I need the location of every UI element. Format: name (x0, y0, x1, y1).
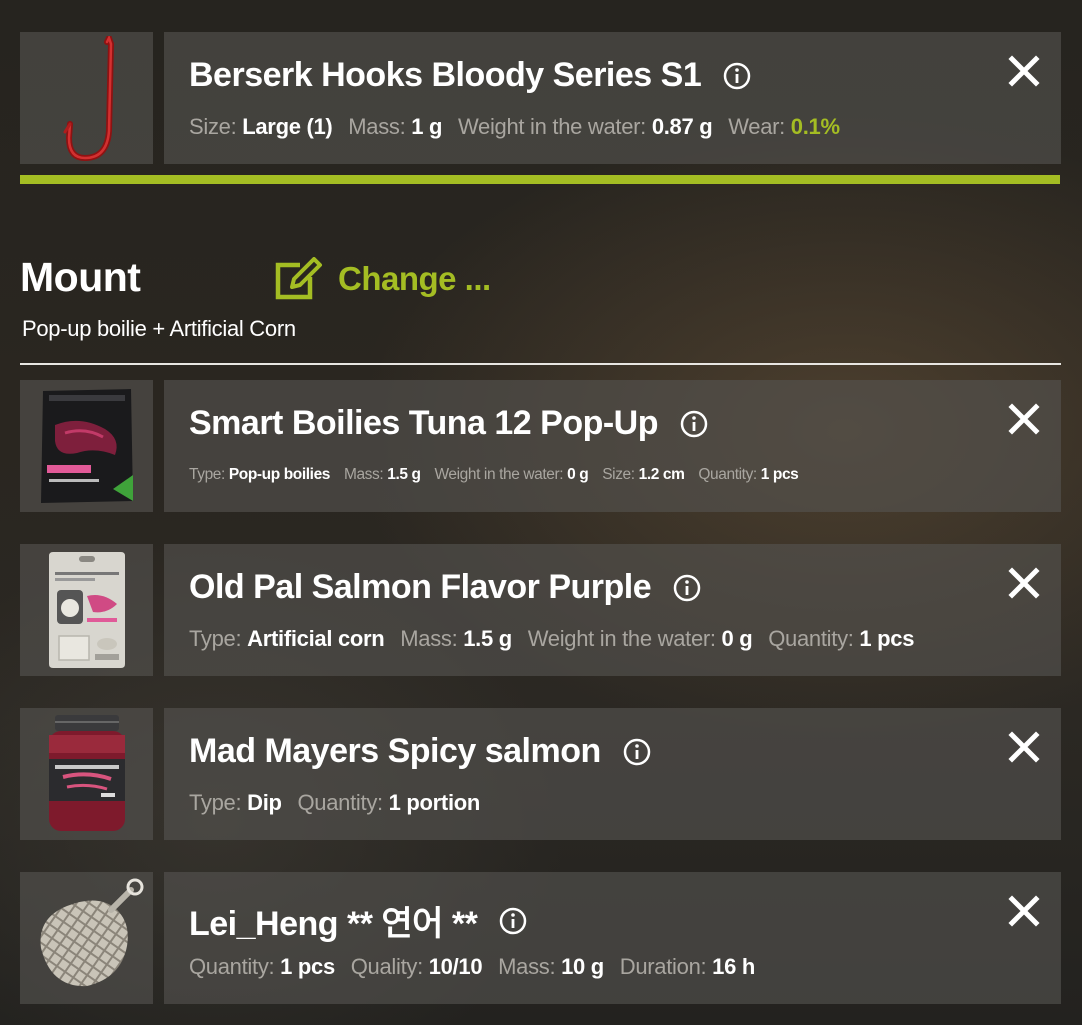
bait-title: Smart Boilies Tuna 12 Pop-Up (189, 404, 659, 442)
prop-label: Size: (602, 466, 635, 483)
item-properties: Type: Dip Quantity: 1 portion (189, 790, 490, 816)
bait-item: Smart Boilies Tuna 12 Pop-Up Type: Pop-u… (20, 380, 1061, 512)
prop-value: 1 portion (388, 790, 481, 815)
prop-value: 0 g (567, 466, 589, 483)
mount-title: Mount (20, 254, 141, 300)
prop-label: Quantity: (698, 466, 757, 483)
prop-value: Dip (247, 790, 282, 815)
section-divider (20, 363, 1061, 365)
info-icon[interactable] (499, 907, 527, 935)
prop-label: Mass: (400, 626, 458, 651)
prop-label: Quantity: (189, 954, 275, 979)
item-thumbnail[interactable] (20, 872, 153, 1004)
prop-label: Quantity: (768, 626, 854, 651)
item-thumbnail[interactable] (20, 708, 153, 840)
prop-value: 1.5 g (387, 466, 421, 483)
prop-value: Large (1) (242, 114, 333, 139)
prop-value: 0 g (721, 626, 753, 651)
info-icon[interactable] (673, 574, 701, 602)
mount-subtitle: Pop-up boilie + Artificial Corn (22, 316, 296, 341)
bait-panel: Smart Boilies Tuna 12 Pop-Up Type: Pop-u… (164, 380, 1061, 512)
prop-label: Duration: (619, 954, 707, 979)
prop-value: 1 pcs (280, 954, 335, 979)
prop-label: Weight in the water: (457, 114, 646, 139)
prop-label: Mass: (348, 114, 406, 139)
bait-title: Old Pal Salmon Flavor Purple (189, 568, 652, 606)
prop-label: Type: (189, 790, 242, 815)
close-icon[interactable] (1007, 54, 1041, 88)
prop-label: Type: (189, 626, 242, 651)
bait-item: Mad Mayers Spicy salmon Type: Dip Quanti… (20, 708, 1061, 840)
change-label: Change ... (338, 260, 491, 297)
prop-value: 10 g (561, 954, 604, 979)
wear-value: 0.1% (790, 114, 840, 139)
prop-value: 0.87 g (651, 114, 713, 139)
pva-mesh-bag-icon (40, 878, 143, 987)
bait-item: Old Pal Salmon Flavor Purple Type: Artif… (20, 544, 1061, 676)
bait-panel: Mad Mayers Spicy salmon Type: Dip Quanti… (164, 708, 1061, 840)
edit-icon (275, 257, 322, 300)
prop-label: Size: (189, 114, 237, 139)
item-properties: Quantity: 1 pcs Quality: 10/10 Mass: 10 … (189, 954, 765, 980)
hook-item: Berserk Hooks Bloody Series S1 Size: Lar… (20, 32, 1061, 164)
item-properties: Type: Pop-up boilies Mass: 1.5 g Weight … (189, 466, 808, 484)
corn-package-icon (48, 552, 125, 668)
prop-label: Weight in the water: (434, 466, 564, 483)
prop-value: Pop-up boilies (228, 466, 331, 483)
close-icon[interactable] (1007, 566, 1041, 600)
bait-title: Lei_Heng ** 연어 ** (189, 905, 478, 943)
item-thumbnail[interactable] (20, 380, 153, 512)
item-thumbnail[interactable] (20, 544, 153, 676)
prop-label: Mass: (498, 954, 556, 979)
info-icon[interactable] (680, 410, 708, 438)
bait-title: Mad Mayers Spicy salmon (189, 732, 601, 770)
item-properties: Type: Artificial corn Mass: 1.5 g Weight… (189, 626, 924, 652)
hook-thumbnail[interactable] (20, 32, 153, 164)
item-title: Berserk Hooks Bloody Series S1 (189, 56, 751, 95)
prop-label: Wear: (728, 114, 785, 139)
red-hook-icon (63, 35, 114, 161)
bait-panel: Lei_Heng ** 연어 ** Quantity: 1 pcs Qualit… (164, 872, 1061, 1004)
prop-value: 10/10 (428, 954, 483, 979)
prop-label: Weight in the water: (527, 626, 716, 651)
prop-value: 1 pcs (760, 466, 799, 483)
prop-value: 16 h (712, 954, 755, 979)
change-mount-button[interactable]: Change ... (274, 254, 491, 304)
prop-value: Artificial corn (247, 626, 385, 651)
prop-label: Mass: (343, 466, 384, 483)
dip-jar-icon (48, 715, 125, 831)
bait-item: Lei_Heng ** 연어 ** Quantity: 1 pcs Qualit… (20, 872, 1061, 1004)
prop-value: 1 g (411, 114, 443, 139)
prop-value: 1 pcs (859, 626, 915, 651)
info-icon[interactable] (723, 62, 751, 90)
hook-title: Berserk Hooks Bloody Series S1 (189, 56, 702, 94)
prop-label: Type: (189, 466, 225, 483)
hook-selected-bar (20, 175, 1060, 184)
close-icon[interactable] (1007, 730, 1041, 764)
hook-panel: Berserk Hooks Bloody Series S1 Size: Lar… (164, 32, 1061, 164)
prop-label: Quantity: (297, 790, 383, 815)
boilies-bag-icon (40, 389, 133, 503)
close-icon[interactable] (1007, 402, 1041, 436)
close-icon[interactable] (1007, 894, 1041, 928)
info-icon[interactable] (623, 738, 651, 766)
item-title: Smart Boilies Tuna 12 Pop-Up (189, 404, 708, 443)
prop-value: 1.5 g (463, 626, 512, 651)
prop-value: 1.2 cm (638, 466, 685, 483)
prop-label: Quality: (350, 954, 423, 979)
bait-panel: Old Pal Salmon Flavor Purple Type: Artif… (164, 544, 1061, 676)
item-properties: Size: Large (1) Mass: 1 g Weight in the … (189, 114, 850, 140)
item-title: Lei_Heng ** 연어 ** (189, 896, 527, 945)
item-title: Mad Mayers Spicy salmon (189, 732, 651, 771)
item-title: Old Pal Salmon Flavor Purple (189, 568, 701, 607)
